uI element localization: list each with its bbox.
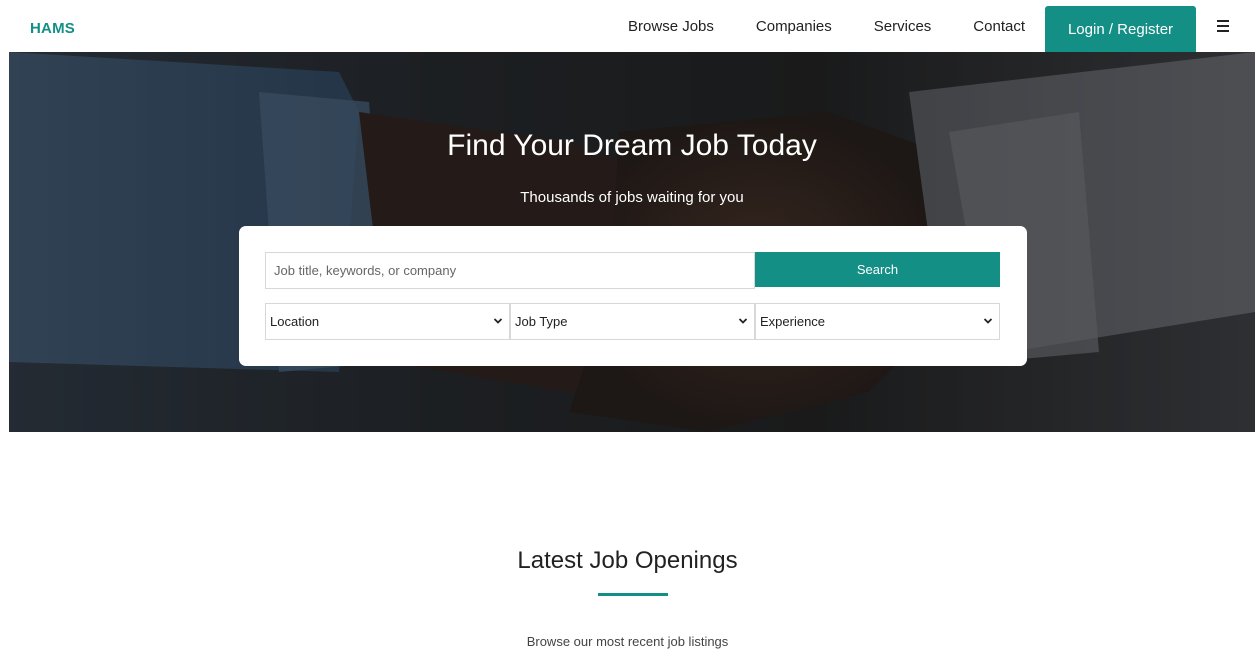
nav-browse-jobs[interactable]: Browse Jobs	[628, 18, 714, 35]
experience-select[interactable]: Experience	[755, 303, 1000, 340]
search-card: Search Location Job Type Experience	[239, 226, 1027, 366]
nav-contact[interactable]: Contact	[973, 18, 1025, 35]
location-select-value: Location	[270, 314, 320, 329]
nav-links: Browse Jobs Companies Services Contact L…	[628, 0, 1255, 52]
chevron-down-icon	[738, 318, 748, 324]
brand-logo[interactable]: HAMS	[30, 20, 75, 37]
nav-services[interactable]: Services	[874, 18, 932, 35]
section-divider	[598, 593, 668, 596]
search-button[interactable]: Search	[755, 252, 1000, 287]
chevron-down-icon	[493, 318, 503, 324]
nav-companies[interactable]: Companies	[756, 18, 832, 35]
hero-subtitle: Thousands of jobs waiting for you	[520, 189, 744, 206]
section-title: Latest Job Openings	[517, 547, 738, 574]
location-select[interactable]: Location	[265, 303, 510, 340]
hero-banner: Find Your Dream Job Today Thousands of j…	[9, 52, 1255, 432]
section-subtitle: Browse our most recent job listings	[526, 634, 729, 649]
job-search-input[interactable]	[265, 252, 755, 289]
chevron-down-icon	[983, 318, 993, 324]
experience-select-value: Experience	[760, 314, 826, 329]
job-type-select-value: Job Type	[515, 314, 568, 329]
navbar: HAMS Browse Jobs Companies Services Cont…	[0, 0, 1255, 52]
job-type-select[interactable]: Job Type	[510, 303, 755, 340]
login-register-button[interactable]: Login / Register	[1045, 6, 1196, 52]
hamburger-icon[interactable]	[1217, 19, 1233, 33]
hero-title: Find Your Dream Job Today	[447, 129, 817, 162]
